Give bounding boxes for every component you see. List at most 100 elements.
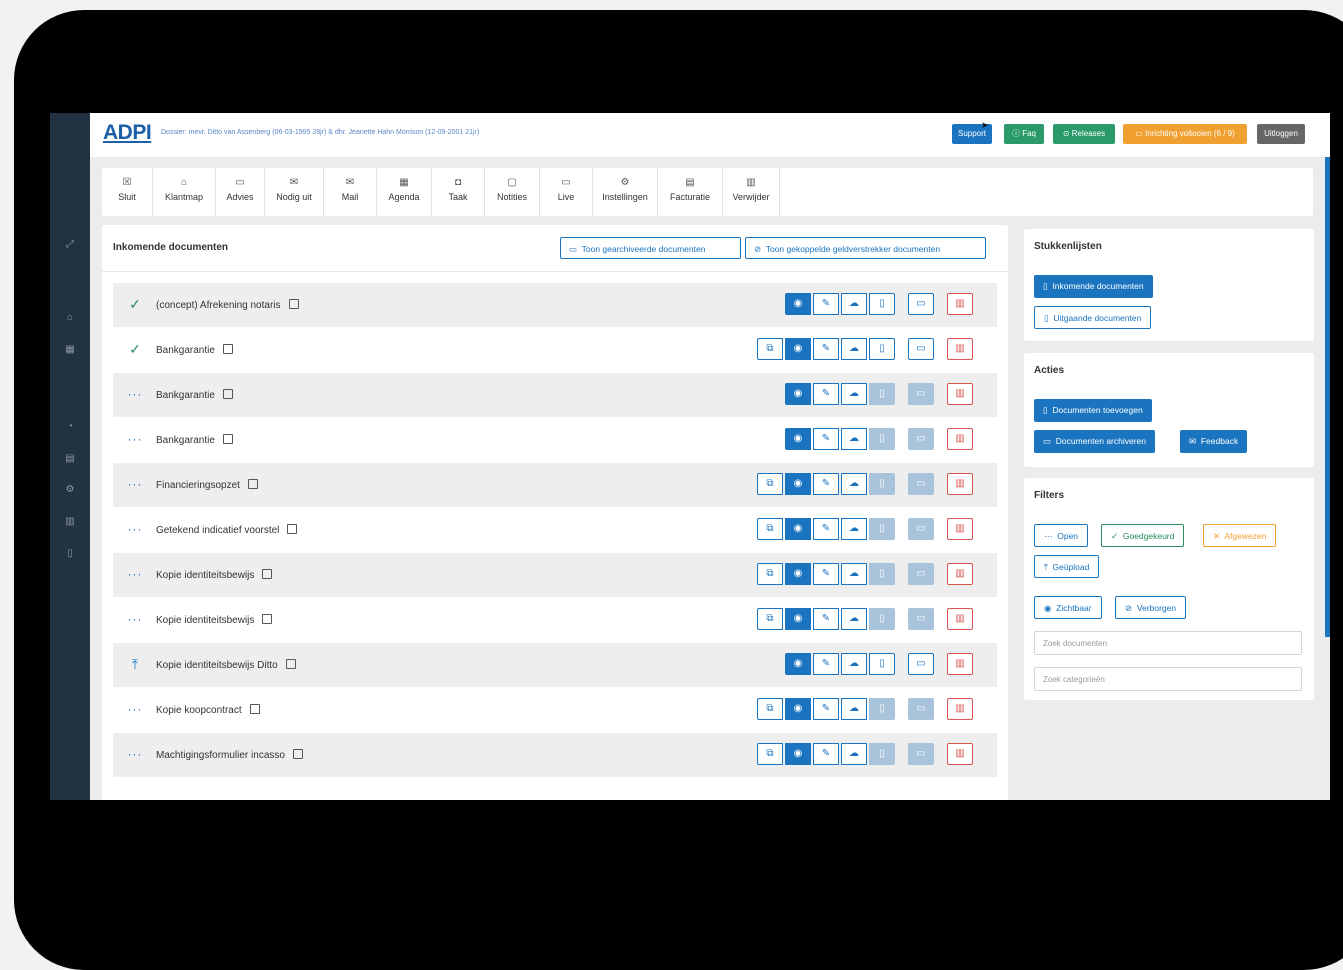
note-icon[interactable] (292, 749, 303, 759)
file-icon[interactable]: ▯ (869, 293, 895, 315)
archive-icon[interactable]: ▭ (908, 338, 934, 360)
delete-icon[interactable]: ▥ (947, 473, 973, 495)
archive-docs-button[interactable]: ▭ Documenten archiveren (1034, 430, 1156, 453)
copy-icon[interactable]: ⧉ (757, 608, 783, 630)
file-icon[interactable]: ▯ (869, 338, 895, 360)
logout-button[interactable]: Uitloggen (1257, 124, 1305, 144)
file-icon[interactable]: ▯ (869, 563, 895, 585)
toolbar-klantmap[interactable]: ⌂ Klantmap (153, 168, 216, 216)
filter-hidden-button[interactable]: ⊘ Verborgen (1115, 596, 1187, 619)
archive-icon[interactable]: ▭ (908, 698, 934, 720)
copy-icon[interactable]: ⧉ (757, 338, 783, 360)
edit-icon[interactable]: ✎ (813, 293, 839, 315)
edit-icon[interactable]: ✎ (813, 608, 839, 630)
archive-icon[interactable]: ▭ (908, 563, 934, 585)
upload-cloud-icon[interactable]: ☁ (841, 563, 867, 585)
grid-icon[interactable]: ▦ (62, 342, 78, 358)
copy-icon[interactable]: ⧉ (757, 698, 783, 720)
upload-cloud-icon[interactable]: ☁ (841, 473, 867, 495)
eye-icon[interactable]: ◉ (785, 473, 811, 495)
edit-icon[interactable]: ✎ (813, 563, 839, 585)
file-icon[interactable]: ▯ (869, 698, 895, 720)
toolbar-sluit[interactable]: ☒ Sluit (102, 168, 153, 216)
copy-icon[interactable]: ⧉ (757, 563, 783, 585)
archive-icon[interactable]: ▭ (908, 473, 934, 495)
edit-icon[interactable]: ✎ (813, 698, 839, 720)
filter-open-button[interactable]: ⋯ Open (1034, 524, 1089, 547)
edit-icon[interactable]: ✎ (813, 518, 839, 540)
delete-icon[interactable]: ▥ (947, 563, 973, 585)
edit-icon[interactable]: ✎ (813, 473, 839, 495)
toolbar-advies[interactable]: ▭ Advies (216, 168, 265, 216)
upload-cloud-icon[interactable]: ☁ (841, 338, 867, 360)
filter-rejected-button[interactable]: ✕ Afgewezen (1203, 524, 1277, 547)
toolbar-nodig-uit[interactable]: ✉ Nodig uit (265, 168, 324, 216)
upload-cloud-icon[interactable]: ☁ (841, 608, 867, 630)
eye-icon[interactable]: ◉ (785, 563, 811, 585)
delete-icon[interactable]: ▥ (947, 428, 973, 450)
delete-icon[interactable]: ▥ (947, 518, 973, 540)
eye-icon[interactable]: ◉ (785, 698, 811, 720)
eye-icon[interactable]: ◉ (785, 608, 811, 630)
upload-cloud-icon[interactable]: ☁ (841, 653, 867, 675)
scrollbar[interactable] (1325, 157, 1330, 637)
expand-icon[interactable]: ⤢ (62, 237, 78, 253)
archive-icon[interactable]: ▭ (908, 743, 934, 765)
outgoing-docs-button[interactable]: ▯ Uitgaande documenten (1034, 306, 1152, 329)
document-name[interactable]: Financieringsopzet (156, 479, 258, 491)
filter-approved-button[interactable]: ✓ Goedgekeurd (1101, 524, 1185, 547)
note-icon[interactable] (222, 434, 233, 444)
edit-icon[interactable]: ✎ (813, 653, 839, 675)
upload-cloud-icon[interactable]: ☁ (841, 518, 867, 540)
archive-icon[interactable]: ▭ (908, 293, 934, 315)
note-icon[interactable] (262, 569, 273, 579)
archive-icon[interactable]: ▭ (908, 653, 934, 675)
document-name[interactable]: Bankgarantie (156, 434, 233, 446)
settings-icon[interactable]: ⚙ (62, 482, 78, 498)
note-icon[interactable] (288, 299, 299, 309)
inbox-icon[interactable]: ▤ (62, 451, 78, 467)
file-icon[interactable]: ▯ (869, 743, 895, 765)
upload-cloud-icon[interactable]: ☁ (841, 383, 867, 405)
edit-icon[interactable]: ✎ (813, 428, 839, 450)
document-name[interactable]: Getekend indicatief voorstel (156, 524, 298, 536)
eye-icon[interactable]: ◉ (785, 518, 811, 540)
home-icon[interactable]: ⌂ (62, 310, 78, 326)
toolbar-instellingen[interactable]: ⚙ Instellingen (593, 168, 658, 216)
file-icon[interactable]: ▯ (869, 383, 895, 405)
filter-uploaded-button[interactable]: ⤒ Geüpload (1034, 555, 1100, 578)
search-documents-input[interactable]: Zoek documenten (1034, 631, 1302, 655)
toolbar-verwijder[interactable]: ▥ Verwijder (723, 168, 780, 216)
delete-icon[interactable]: ▥ (947, 338, 973, 360)
dashboard-icon[interactable]: ◔ (62, 419, 78, 435)
copy-icon[interactable]: ⧉ (757, 743, 783, 765)
eye-icon[interactable]: ◉ (785, 428, 811, 450)
eye-icon[interactable]: ◉ (785, 293, 811, 315)
file-icon[interactable]: ▯ (869, 608, 895, 630)
delete-icon[interactable]: ▥ (947, 653, 973, 675)
eye-icon[interactable]: ◉ (785, 383, 811, 405)
toolbar-facturatie[interactable]: ▤ Facturatie (658, 168, 723, 216)
eye-icon[interactable]: ◉ (785, 653, 811, 675)
edit-icon[interactable]: ✎ (813, 338, 839, 360)
inrichting-button[interactable]: ▭ Inrichting voltooien (6 / 9) (1123, 124, 1247, 144)
copy-icon[interactable]: ⧉ (757, 518, 783, 540)
delete-icon[interactable]: ▥ (947, 383, 973, 405)
edit-icon[interactable]: ✎ (813, 383, 839, 405)
note-icon[interactable] (249, 704, 260, 714)
delete-icon[interactable]: ▥ (947, 698, 973, 720)
file-icon[interactable]: ▯ (869, 518, 895, 540)
filter-visible-button[interactable]: ◉ Zichtbaar (1034, 596, 1102, 619)
note-icon[interactable] (262, 614, 273, 624)
upload-cloud-icon[interactable]: ☁ (841, 293, 867, 315)
note-icon[interactable] (222, 344, 233, 354)
show-linked-button[interactable]: ⊘ Toon gekoppelde geldverstrekker docume… (745, 237, 986, 259)
document-icon[interactable]: ▯ (62, 546, 78, 562)
eye-icon[interactable]: ◉ (785, 338, 811, 360)
document-name[interactable]: (concept) Afrekening notaris (156, 299, 299, 311)
note-icon[interactable] (247, 479, 258, 489)
document-name[interactable]: Kopie identiteitsbewijs Ditto (156, 659, 296, 671)
releases-button[interactable]: ⊙ Releases (1053, 124, 1115, 144)
document-name[interactable]: Kopie identiteitsbewijs (156, 614, 273, 626)
faq-button[interactable]: ⓘ Faq (1004, 124, 1044, 144)
